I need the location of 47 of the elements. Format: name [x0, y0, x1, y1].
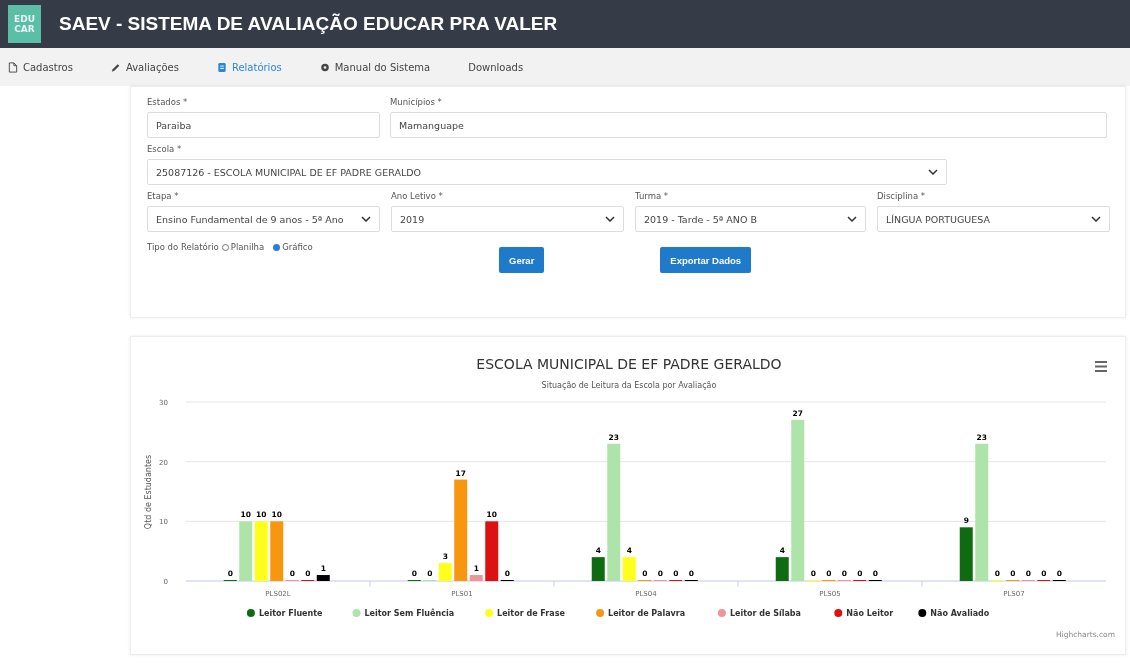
legend-item[interactable]: Leitor de Sílaba — [729, 609, 801, 618]
document-icon — [216, 61, 227, 73]
field-label: Municípios * — [390, 97, 443, 107]
legend-item[interactable]: Não Leitor — [846, 609, 894, 618]
file-icon — [8, 61, 18, 73]
chevron-down-icon — [605, 216, 615, 222]
select-field[interactable]: LÍNGUA PORTUGUESA — [877, 206, 1110, 232]
chevron-down-icon — [847, 216, 857, 222]
legend-item[interactable]: Leitor Fluente — [258, 609, 323, 618]
field-label: Etapa * — [147, 191, 180, 201]
chart-subtitle: Situação de Leitura da Escola por Avaliação — [541, 381, 717, 390]
chevron-down-icon — [361, 216, 371, 222]
legend-item[interactable]: Leitor Sem Fluência — [364, 609, 455, 618]
pencil-icon — [110, 61, 121, 73]
field-label: Disciplina * — [877, 191, 927, 201]
chevron-down-icon — [1091, 216, 1101, 222]
gear-icon — [319, 61, 330, 73]
export-button[interactable]: Exportar Dados — [660, 247, 752, 273]
legend-item[interactable]: Leitor de Frase — [497, 609, 565, 618]
legend-item[interactable]: Leitor de Palavra — [608, 609, 686, 618]
select-field[interactable]: Ensino Fundamental de 9 anos - 5ª Ano — [147, 206, 380, 232]
field-label: Escola * — [147, 144, 183, 154]
input-field[interactable]: Paraiba — [147, 112, 380, 138]
radio-button[interactable] — [273, 243, 281, 251]
menu-icon[interactable] — [1095, 361, 1107, 372]
chart-title: ESCOLA MUNICIPAL DE EF PADRE GERALDO — [476, 356, 782, 372]
app-title: SAEV - SISTEMA DE AVALIAÇÃO EDUCAR PRA VALER — [59, 13, 558, 35]
axis-title: Qtd de Estudantes — [144, 454, 153, 530]
select-field[interactable]: 2019 — [391, 206, 624, 232]
nav-link[interactable]: Avaliações — [110, 61, 179, 73]
input-field[interactable]: Mamanguape — [390, 112, 1107, 138]
nav-link[interactable]: Manual do Sistema — [319, 61, 431, 73]
field-label: Ano Letivo * — [391, 191, 444, 201]
select-field[interactable]: 2019 - Tarde - 5ª ANO B — [635, 206, 866, 232]
radio-group-label: Tipo do Relatório — [147, 242, 219, 252]
legend-item[interactable]: Não Avaliado — [930, 609, 990, 618]
nav-link[interactable]: Cadastros — [8, 61, 73, 73]
nav-link[interactable]: Relatórios — [216, 61, 282, 73]
select-field[interactable]: 25087126 - ESCOLA MUNICIPAL DE EF PADRE GERALDO — [147, 159, 947, 185]
generate-button[interactable]: Gerar — [499, 247, 545, 273]
field-label: Turma * — [635, 191, 670, 201]
radio-option[interactable]: Planilha — [221, 242, 265, 252]
field-label: Estados * — [147, 97, 189, 107]
chevron-down-icon — [928, 169, 938, 175]
logo: EDU CAR — [8, 5, 41, 43]
nav-link[interactable]: Downloads — [468, 61, 524, 73]
radio-option[interactable]: Gráfico — [273, 242, 313, 252]
